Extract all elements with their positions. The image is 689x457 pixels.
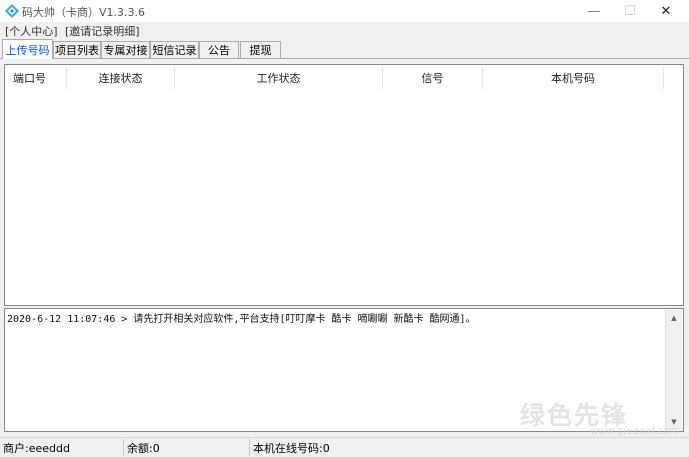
tab-sms-records[interactable]: 短信记录: [150, 41, 199, 58]
tab-announcement[interactable]: 公告: [199, 41, 239, 58]
table-header: 端口号 连接状态 工作状态 信号 本机号码: [7, 67, 665, 89]
menu-personal-center[interactable]: [个人中心]: [5, 23, 58, 39]
maximize-button[interactable]: ☐: [612, 0, 648, 22]
column-header-signal[interactable]: 信号: [383, 67, 483, 89]
menu-invite-records[interactable]: [邀请记录明细]: [65, 23, 140, 39]
tab-upload-numbers[interactable]: 上传号码: [2, 39, 53, 59]
window-title: 码大帅（卡商）V1.3.3.6: [22, 6, 146, 19]
status-bar: 商户:eeeddd 余额:0 本机在线号码:0: [0, 437, 689, 457]
minimize-button[interactable]: —: [576, 0, 612, 22]
close-button[interactable]: ✕: [648, 0, 684, 22]
tab-withdraw[interactable]: 提现: [240, 41, 281, 58]
log-line: 2020-6-12 11:07:46 > 请先打开相关对应软件,平台支持[叮叮摩…: [7, 314, 476, 325]
scroll-up-icon[interactable]: ▲: [666, 310, 682, 326]
tab-bar: 上传号码 项目列表 专属对接 短信记录 公告 提现: [0, 39, 689, 59]
port-table[interactable]: 端口号 连接状态 工作状态 信号 本机号码: [4, 64, 684, 306]
status-merchant: 商户:eeeddd: [0, 439, 124, 456]
log-area[interactable]: 2020-6-12 11:07:46 > 请先打开相关对应软件,平台支持[叮叮摩…: [4, 308, 684, 432]
column-header-connection[interactable]: 连接状态: [67, 67, 175, 89]
column-header-port[interactable]: 端口号: [7, 67, 67, 89]
app-diamond-icon: [5, 4, 19, 18]
log-scrollbar[interactable]: ▲ ▼: [665, 310, 682, 430]
tab-dedicated-docking[interactable]: 专属对接: [101, 41, 150, 58]
menu-bar: [个人中心] [邀请记录明细]: [0, 22, 689, 38]
tab-divider: [0, 58, 689, 59]
scroll-down-icon[interactable]: ▼: [666, 414, 682, 430]
title-bar: 码大帅（卡商）V1.3.3.6 — ☐ ✕: [0, 0, 689, 22]
status-online-numbers: 本机在线号码:0: [253, 441, 330, 455]
status-balance: 余额:0: [124, 439, 250, 456]
column-header-phone-number[interactable]: 本机号码: [483, 67, 664, 89]
column-header-work-status[interactable]: 工作状态: [175, 67, 383, 89]
tab-project-list[interactable]: 项目列表: [53, 41, 101, 58]
